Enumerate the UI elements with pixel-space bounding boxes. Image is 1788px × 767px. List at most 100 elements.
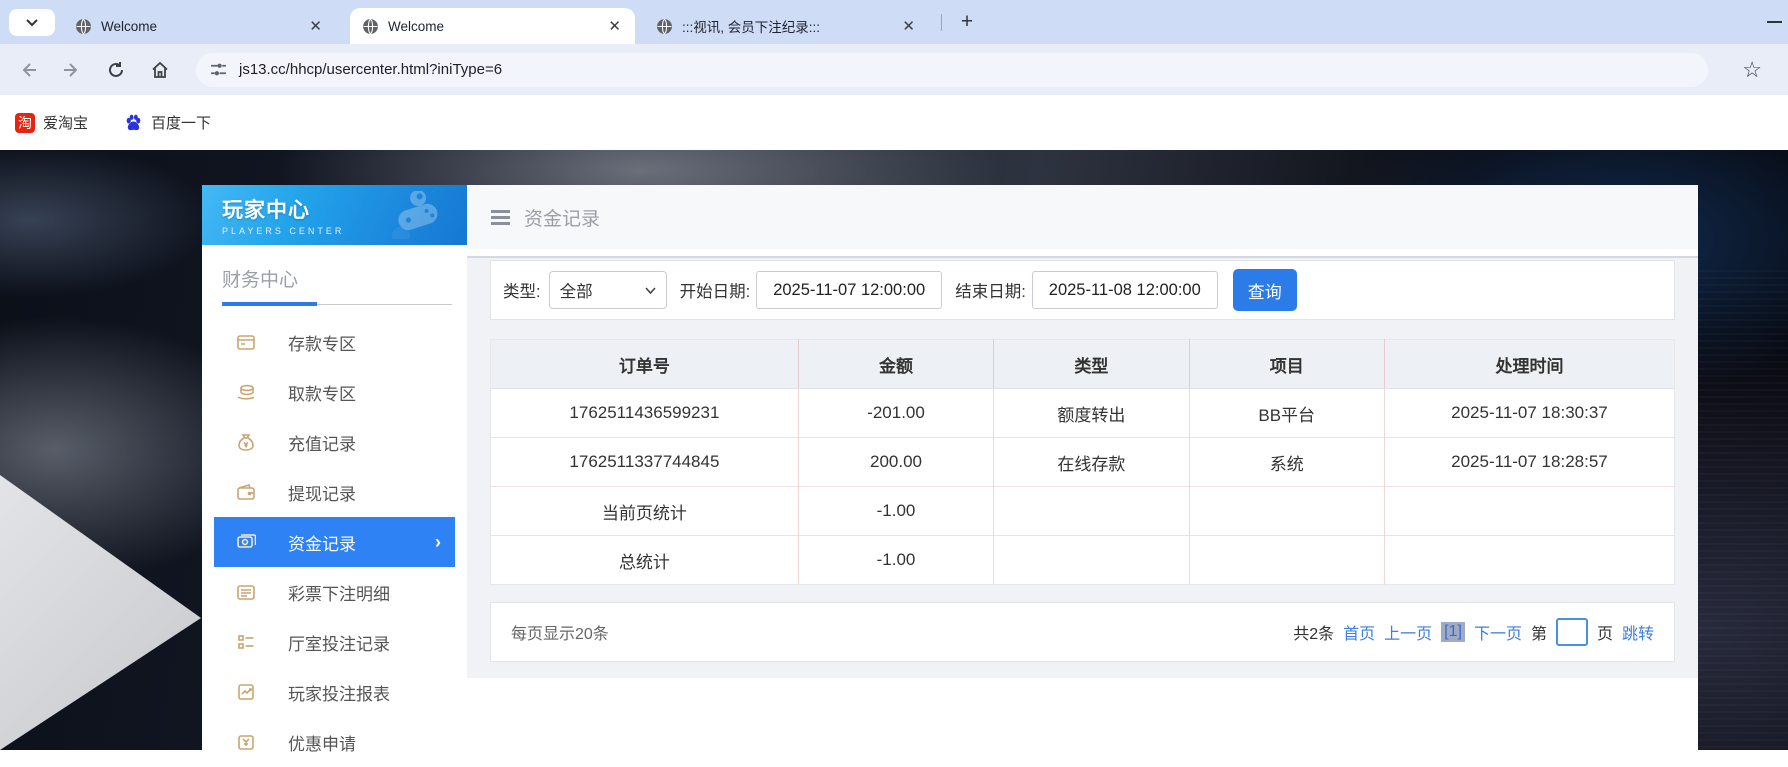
main-header: 资金记录 (467, 185, 1698, 249)
wallet-icon (236, 482, 256, 502)
table-row-total-stats: 总统计 -1.00 (490, 535, 1675, 585)
type-label: 类型: (503, 283, 541, 301)
cell-empty (993, 486, 1190, 536)
table-row: 1762511337744845 200.00 在线存款 系统 2025-11-… (490, 437, 1675, 487)
player-center-sidebar: 玩家中心 PLAYERS CENTER 财务中心 存款专区 取款专区 充值记录 … (202, 185, 467, 754)
type-select[interactable]: 全部 (548, 271, 667, 309)
cell-order-no: 1762511337744845 (490, 437, 799, 487)
header-divider (467, 249, 1698, 258)
total-count: 共2条 (1293, 626, 1335, 643)
bookmark-baidu[interactable]: 百度一下 (124, 112, 211, 133)
prev-page-link[interactable]: 上一页 (1384, 620, 1432, 644)
browser-toolbar: js13.cc/hhcp/usercenter.html?iniType=6 ☆ (0, 44, 1788, 95)
site-settings-icon[interactable] (210, 61, 227, 78)
sidebar-section-title: 财务中心 (222, 270, 299, 291)
column-header: 订单号 (490, 339, 799, 389)
next-page-link[interactable]: 下一页 (1474, 620, 1522, 644)
taobao-icon: 淘 (15, 112, 35, 133)
tab-close-icon[interactable]: ✕ (305, 17, 326, 35)
cell-type: 额度转出 (993, 388, 1190, 438)
filter-bar: 类型: 全部 开始日期: 结束日期: 查询 (490, 260, 1675, 320)
jump-button[interactable]: 跳转 (1622, 620, 1654, 644)
sidebar-item-deposit-zone[interactable]: 存款专区 (214, 317, 455, 367)
cell-empty (1383, 535, 1675, 585)
table-header-row: 订单号 金额 类型 项目 处理时间 (490, 339, 1675, 389)
tab-search-button[interactable] (9, 9, 55, 36)
sidebar-item-hall-bet-records[interactable]: 厅室投注记录 (214, 617, 455, 667)
list-items-icon (236, 632, 256, 652)
sidebar-item-label: 优惠申请 (288, 734, 356, 754)
hamburger-icon[interactable] (491, 207, 510, 228)
main-content: 类型: 全部 开始日期: 结束日期: 查询 订单号 金额 类型 (467, 258, 1698, 678)
sidebar-item-withdrawal-records[interactable]: 提现记录 (214, 467, 455, 517)
cell-amount: 200.00 (797, 437, 994, 487)
url-text[interactable]: js13.cc/hhcp/usercenter.html?iniType=6 (239, 61, 502, 78)
bookmarks-bar: 淘 爱淘宝 百度一下 (0, 95, 1788, 150)
first-page-link[interactable]: 首页 (1343, 620, 1375, 644)
new-tab-button[interactable]: + (953, 8, 981, 36)
current-page-indicator: [1] (1441, 622, 1465, 642)
tab-divider (941, 14, 942, 31)
type-select-value: 全部 (559, 283, 593, 301)
sidebar-item-lottery-bet-detail[interactable]: 彩票下注明细 (214, 567, 455, 617)
sidebar-item-promo-apply[interactable]: 优惠申请 (214, 717, 455, 767)
table-row-page-stats: 当前页统计 -1.00 (490, 486, 1675, 536)
tab-records[interactable]: :::视讯, 会员下注纪录::: ✕ (644, 8, 929, 44)
sidebar-item-label: 玩家投注报表 (288, 684, 390, 704)
tab-title: Welcome (101, 18, 158, 34)
sidebar-item-withdraw-zone[interactable]: 取款专区 (214, 367, 455, 417)
cell-order-no: 1762511436599231 (569, 403, 720, 422)
jump-prefix-label: 第 (1530, 626, 1547, 643)
end-date-input[interactable] (1031, 271, 1218, 309)
cell-empty (993, 535, 1190, 585)
sidebar-item-player-bet-report[interactable]: 玩家投注报表 (214, 667, 455, 717)
sidebar-item-label: 充值记录 (288, 434, 356, 454)
search-button[interactable]: 查询 (1232, 269, 1297, 311)
page-background: 玩家中心 PLAYERS CENTER 财务中心 存款专区 取款专区 充值记录 … (0, 150, 1788, 754)
tab-close-icon[interactable]: ✕ (604, 17, 625, 35)
chart-icon (236, 682, 256, 702)
coupon-icon (236, 732, 256, 752)
cell-amount: -201.00 (797, 388, 994, 438)
bookmark-taobao[interactable]: 淘 爱淘宝 (15, 112, 88, 133)
forward-icon[interactable] (60, 58, 84, 82)
home-icon[interactable] (148, 58, 172, 82)
cell-label: 总统计 (490, 535, 799, 585)
background-triangle-shape (0, 475, 201, 750)
end-date-label: 结束日期: (955, 283, 1026, 301)
sidebar-header: 玩家中心 PLAYERS CENTER (202, 185, 467, 245)
start-date-label: 开始日期: (679, 283, 751, 301)
bookmark-star-icon[interactable]: ☆ (1742, 57, 1762, 83)
list-card-icon (236, 582, 256, 602)
back-icon[interactable] (16, 58, 40, 82)
tab-welcome-2-active[interactable]: Welcome ✕ (350, 8, 635, 44)
start-date-input[interactable] (756, 271, 943, 309)
jump-page-input[interactable] (1555, 618, 1588, 646)
cell-amount: -1.00 (797, 535, 994, 585)
cell-time: 2025-11-07 18:30:37 (1383, 388, 1675, 438)
cell-empty (1188, 486, 1385, 536)
baidu-paw-icon (126, 114, 141, 131)
tab-welcome-1[interactable]: Welcome ✕ (63, 8, 336, 44)
cell-empty (1383, 486, 1675, 536)
cell-project: 系统 (1188, 437, 1385, 487)
refresh-icon[interactable] (104, 58, 128, 82)
pagination-bar: 每页显示20条 共2条 首页 上一页 [1] 下一页 第 页 跳转 (490, 602, 1675, 662)
hand-money-icon (236, 382, 256, 402)
address-bar[interactable]: js13.cc/hhcp/usercenter.html?iniType=6 (196, 52, 1709, 87)
column-header: 金额 (797, 339, 994, 389)
globe-icon (657, 18, 672, 34)
column-header: 项目 (1188, 339, 1385, 389)
bookmark-label: 百度一下 (151, 115, 212, 132)
tab-close-icon[interactable]: ✕ (898, 17, 919, 35)
jump-suffix-label: 页 (1596, 626, 1613, 643)
fund-records-icon (236, 532, 256, 552)
fund-records-table: 订单号 金额 类型 项目 处理时间 1762511436599231 -201.… (490, 339, 1675, 585)
sidebar-item-recharge-records[interactable]: 充值记录 (214, 417, 455, 467)
browser-tab-strip: Welcome ✕ Welcome ✕ :::视讯, 会员下注纪录::: ✕ + (0, 0, 1788, 44)
window-minimize-button[interactable] (1767, 21, 1782, 23)
page-title: 资金记录 (524, 208, 601, 230)
pagination-controls: 共2条 首页 上一页 [1] 下一页 第 页 跳转 (1293, 618, 1654, 646)
sidebar-item-fund-records[interactable]: 资金记录 › (214, 517, 455, 567)
deposit-icon (236, 332, 256, 352)
